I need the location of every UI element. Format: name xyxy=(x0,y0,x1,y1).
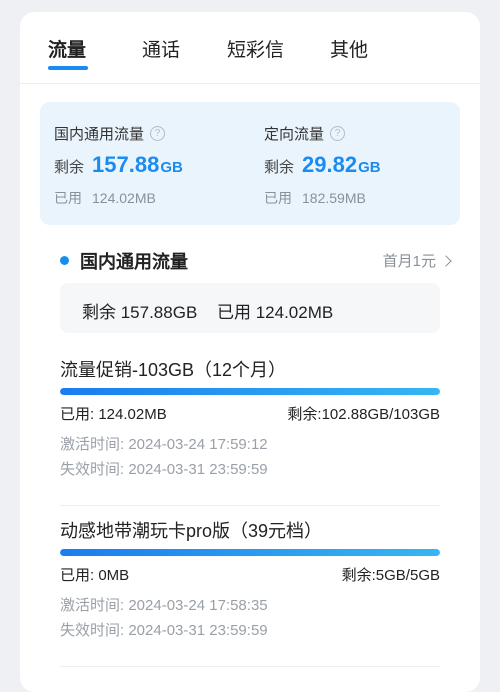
tab-calls[interactable]: 通话 xyxy=(142,35,180,62)
package-item: 动感地带潮玩卡pro版（39元档） 已用: 0MB 剩余:5GB/5GB 激活时… xyxy=(60,517,440,667)
usage-summary: 国内通用流量 ? 剩余 157.88 GB 已用 124.02MB 定向流量 ? … xyxy=(40,102,460,225)
help-icon[interactable]: ? xyxy=(330,126,346,141)
section-title: 国内通用流量 xyxy=(80,252,188,272)
usage-card: 流量 通话 短彩信 其他 国内通用流量 ? 剩余 157.88 GB 已用 124… xyxy=(20,12,480,692)
package-title: 动感地带潮玩卡pro版（39元档） xyxy=(60,521,323,541)
activate-value: 2024-03-24 17:59:12 xyxy=(128,436,268,453)
expire-value: 2024-03-31 23:59:59 xyxy=(128,461,268,478)
summary-directed-used: 已用 182.59MB xyxy=(264,188,366,208)
used-value: 124.02MB xyxy=(92,190,156,206)
summary-directed-remain: 剩余 29.82 GB xyxy=(264,152,381,178)
package-activate-time: 激活时间: 2024-03-24 17:58:35 xyxy=(60,594,268,615)
package-progress-fill xyxy=(60,549,440,556)
activate-value: 2024-03-24 17:58:35 xyxy=(128,597,268,614)
tab-bar: 流量 通话 短彩信 其他 xyxy=(20,12,480,84)
package-remain: 剩余:102.88GB/103GB xyxy=(287,406,440,423)
active-tab-indicator xyxy=(48,66,88,70)
tab-sms-mms[interactable]: 短彩信 xyxy=(227,35,284,62)
domestic-usage-box: 剩余 157.88GB 已用 124.02MB xyxy=(60,283,440,333)
remain-label: 剩余 xyxy=(54,159,85,176)
package-activate-time: 激活时间: 2024-03-24 17:59:12 xyxy=(60,433,268,454)
used-value: 182.59MB xyxy=(302,190,366,206)
offer-link-label: 首月1元 xyxy=(382,253,436,270)
activate-label: 激活时间: xyxy=(60,597,129,614)
used-label: 已用 xyxy=(54,190,82,206)
remain-unit: GB xyxy=(160,159,183,176)
domestic-remain-text: 剩余 157.88GB xyxy=(82,303,198,322)
used-label: 已用 xyxy=(264,190,292,206)
expire-value: 2024-03-31 23:59:59 xyxy=(128,622,268,639)
remain-value: 157.88 xyxy=(92,152,160,177)
package-progress-bar xyxy=(60,549,440,556)
package-used: 已用: 124.02MB xyxy=(60,406,167,423)
expire-label: 失效时间: xyxy=(60,461,129,478)
remain-unit: GB xyxy=(358,159,381,176)
expire-label: 失效时间: xyxy=(60,622,129,639)
activate-label: 激活时间: xyxy=(60,436,129,453)
package-title: 流量促销-103GB（12个月） xyxy=(60,360,287,380)
chevron-right-icon xyxy=(440,254,452,267)
first-month-offer-link[interactable]: 首月1元 xyxy=(382,250,452,271)
summary-domestic-remain: 剩余 157.88 GB xyxy=(54,152,183,178)
remain-value: 29.82 xyxy=(302,152,358,177)
summary-domestic: 国内通用流量 ? 剩余 157.88 GB 已用 124.02MB xyxy=(54,102,254,225)
package-expire-time: 失效时间: 2024-03-31 23:59:59 xyxy=(60,619,268,640)
summary-domestic-used: 已用 124.02MB xyxy=(54,188,156,208)
tab-other[interactable]: 其他 xyxy=(330,35,368,62)
section-dot xyxy=(60,256,69,265)
summary-directed-title: 定向流量 xyxy=(264,126,325,143)
package-item: 流量促销-103GB（12个月） 已用: 124.02MB 剩余:102.88G… xyxy=(60,356,440,506)
package-progress-fill xyxy=(60,388,440,395)
package-progress-bar xyxy=(60,388,440,395)
remain-label: 剩余 xyxy=(264,159,295,176)
package-used: 已用: 0MB xyxy=(60,567,130,584)
domestic-used-text: 已用 124.02MB xyxy=(217,303,334,322)
summary-directed: 定向流量 ? 剩余 29.82 GB 已用 182.59MB xyxy=(264,102,464,225)
help-icon[interactable]: ? xyxy=(150,126,166,141)
package-remain: 剩余:5GB/5GB xyxy=(341,567,440,584)
package-expire-time: 失效时间: 2024-03-31 23:59:59 xyxy=(60,458,268,479)
tab-data[interactable]: 流量 xyxy=(48,35,86,62)
summary-domestic-title: 国内通用流量 xyxy=(54,126,145,143)
